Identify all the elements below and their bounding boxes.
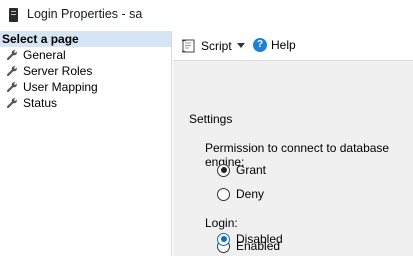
grant-radio[interactable]: Grant: [217, 163, 266, 177]
select-page-header: Select a page: [0, 31, 171, 47]
app-icon: [9, 8, 18, 22]
page-item-label: User Mapping: [23, 80, 98, 94]
page-item-general[interactable]: General: [0, 47, 171, 63]
grant-label: Grant: [236, 163, 267, 177]
wrench-icon: [6, 98, 17, 109]
deny-label: Deny: [236, 187, 265, 201]
disabled-label: Disabled: [236, 232, 283, 246]
settings-panel: Settings Permission to connect to databa…: [173, 62, 413, 256]
window-title: Login Properties - sa: [27, 7, 143, 21]
script-button[interactable]: Script: [181, 39, 232, 53]
script-label: Script: [201, 39, 232, 53]
page-item-server-roles[interactable]: Server Roles: [0, 63, 171, 79]
page-list: General Server Roles User Mapping Status: [0, 47, 171, 111]
script-icon: [182, 39, 195, 53]
page-item-user-mapping[interactable]: User Mapping: [0, 79, 171, 95]
chevron-down-icon[interactable]: [237, 43, 245, 48]
properties-pane: Script ? Help Settings Permission to con…: [173, 31, 413, 256]
help-button[interactable]: ? Help: [253, 38, 296, 52]
section-title-settings: Settings: [189, 112, 233, 126]
wrench-icon: [6, 50, 17, 61]
radio-selected-icon: [217, 232, 230, 246]
radio-selected-icon: [217, 163, 230, 177]
page-item-label: Server Roles: [23, 64, 93, 78]
help-label: Help: [271, 38, 296, 52]
page-item-label: Status: [23, 96, 58, 110]
deny-radio[interactable]: Deny: [217, 187, 264, 201]
title-bar: Login Properties - sa: [0, 0, 413, 31]
wrench-icon: [6, 82, 17, 93]
toolbar: Script ? Help: [173, 31, 413, 61]
page-selector-pane: Select a page General Server Roles User …: [0, 31, 172, 256]
radio-unselected-icon: [217, 187, 230, 201]
help-icon: ?: [253, 38, 267, 52]
page-item-status[interactable]: Status: [0, 95, 171, 111]
disabled-radio[interactable]: Disabled: [217, 232, 283, 246]
page-item-label: General: [23, 48, 66, 62]
login-label: Login:: [205, 216, 238, 230]
wrench-icon: [6, 66, 17, 77]
